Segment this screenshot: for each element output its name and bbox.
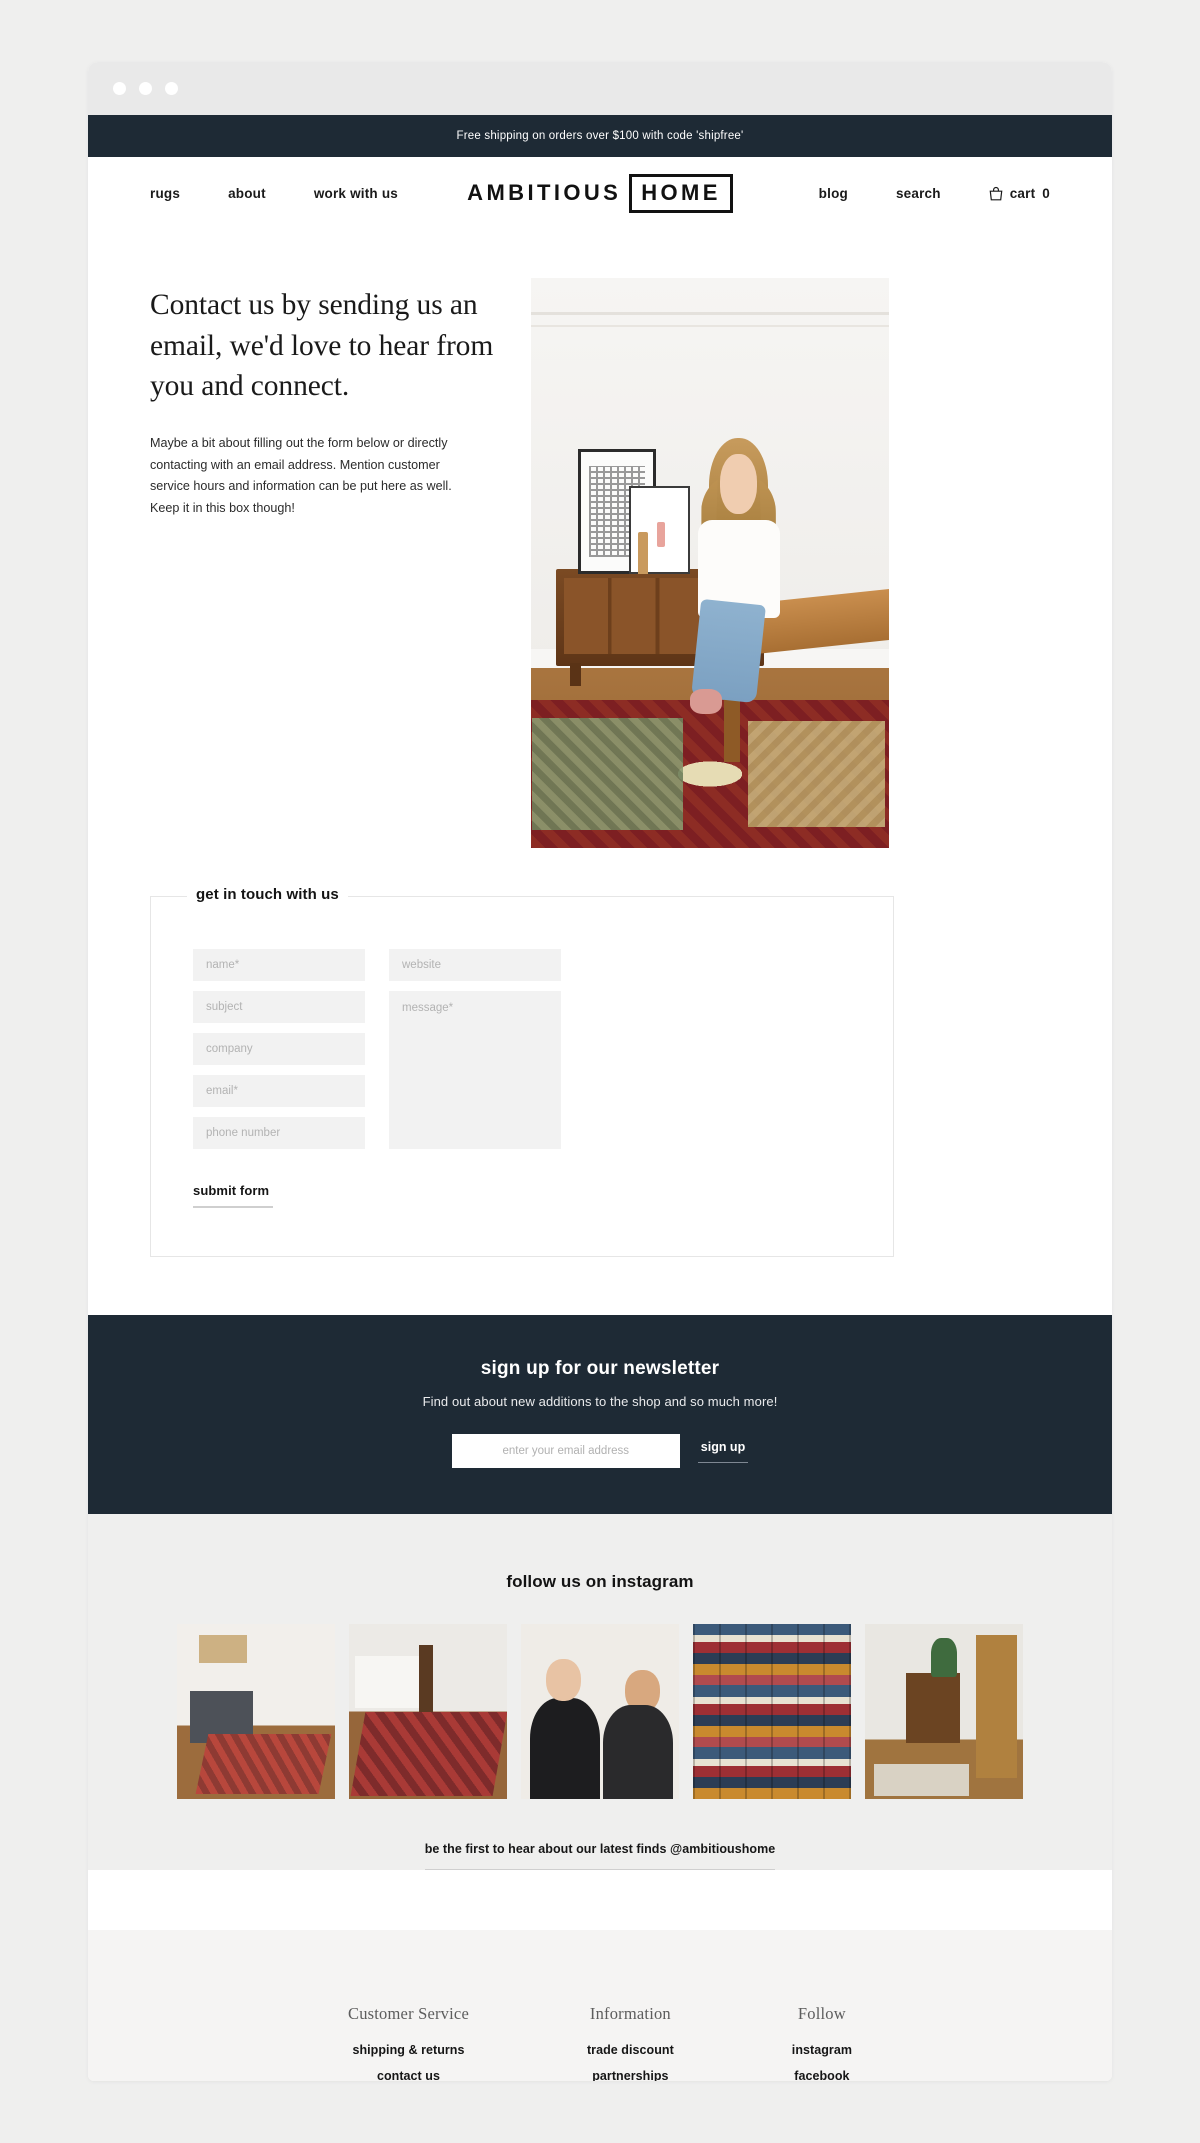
cart-count: 0 <box>1042 185 1050 201</box>
primary-nav-right: blog search cart 0 <box>733 186 1050 201</box>
footer-link-shipping-returns[interactable]: shipping & returns <box>348 2043 469 2057</box>
contact-form-right-column <box>389 949 561 1149</box>
footer-column-information: Information trade discount partnerships … <box>587 2004 674 2081</box>
nav-item-work-with-us[interactable]: work with us <box>314 186 398 201</box>
newsletter-subtitle: Find out about new additions to the shop… <box>422 1394 778 1409</box>
instagram-section: follow us on instagram be the first to h… <box>88 1514 1112 1870</box>
hero-section: Contact us by sending us an email, we'd … <box>88 229 1112 848</box>
hero-image-person-face <box>720 454 758 515</box>
contact-form-grid <box>193 949 851 1149</box>
footer-column-title: Information <box>589 2004 671 2023</box>
site-logo[interactable]: AMBITIOUS HOME <box>467 173 733 213</box>
nav-item-rugs[interactable]: rugs <box>150 186 180 201</box>
footer-link-contact-us[interactable]: contact us <box>348 2069 469 2081</box>
window-close-dot[interactable] <box>113 82 126 95</box>
footer-columns: Customer Service shipping & returns cont… <box>88 2004 1112 2081</box>
window-minimize-dot[interactable] <box>139 82 152 95</box>
instagram-title: follow us on instagram <box>506 1572 694 1591</box>
name-input[interactable] <box>193 949 365 981</box>
footer-link-instagram[interactable]: instagram <box>792 2043 852 2057</box>
hero-image-moulding <box>531 312 889 316</box>
website-input[interactable] <box>389 949 561 981</box>
instagram-post-3-detail-a <box>546 1659 582 1701</box>
instagram-tagline-row: be the first to hear about our latest fi… <box>88 1842 1112 1870</box>
browser-chrome <box>88 62 1112 115</box>
contact-form-box: get in touch with us submit <box>150 886 894 1257</box>
nav-item-about[interactable]: about <box>228 186 266 201</box>
cart-label: cart <box>1009 185 1036 201</box>
page-title: Contact us by sending us an email, we'd … <box>150 289 494 403</box>
submit-row: submit form <box>193 1182 851 1208</box>
instagram-post-5-detail-b <box>874 1764 970 1796</box>
hero-image-person <box>690 437 785 714</box>
footer-link-list: shipping & returns contact us privacy po… <box>348 2043 469 2081</box>
browser-window: Free shipping on orders over $100 with c… <box>88 62 1112 2081</box>
newsletter-title: sign up for our newsletter <box>480 1358 720 1379</box>
hero-image-credenza-leg-left <box>570 662 582 686</box>
hero-image-moulding-secondary <box>531 325 889 328</box>
newsletter-section: sign up for our newsletter Find out abou… <box>88 1315 1112 1514</box>
footer-link-list: instagram facebook pinterest <box>792 2043 852 2081</box>
window-maximize-dot[interactable] <box>165 82 178 95</box>
contact-form-legend: get in touch with us <box>187 886 348 903</box>
instagram-post-4[interactable] <box>693 1624 851 1799</box>
footer-link-list: trade discount partnerships help & faq <box>587 2043 674 2081</box>
logo-word-ambitious: AMBITIOUS <box>467 180 622 205</box>
message-input[interactable] <box>389 991 561 1149</box>
instagram-post-5[interactable] <box>865 1624 1023 1799</box>
company-input[interactable] <box>193 1033 365 1065</box>
hero-image <box>531 278 889 848</box>
hero-image-rug <box>531 699 889 848</box>
footer-column-title: Customer Service <box>348 2004 469 2023</box>
instagram-post-3[interactable] <box>521 1624 679 1799</box>
nav-item-blog[interactable]: blog <box>819 186 848 201</box>
email-input[interactable] <box>193 1075 365 1107</box>
instagram-tagline-link[interactable]: be the first to hear about our latest fi… <box>424 1842 776 1870</box>
hero-text-block: Contact us by sending us an email, we'd … <box>150 278 495 848</box>
instagram-post-3-detail-b <box>625 1669 661 1712</box>
site-footer: Customer Service shipping & returns cont… <box>88 1930 1112 2081</box>
hero-image-person-jeans <box>690 598 766 704</box>
submit-form-button[interactable]: submit form <box>193 1183 274 1208</box>
phone-number-input[interactable] <box>193 1117 365 1149</box>
instagram-post-1-detail <box>199 1634 247 1663</box>
newsletter-form: sign up <box>88 1434 1112 1468</box>
announcement-text: Free shipping on orders over $100 with c… <box>456 130 744 142</box>
instagram-grid <box>88 1624 1112 1799</box>
newsletter-email-input[interactable] <box>451 1434 680 1468</box>
subject-input[interactable] <box>193 991 365 1023</box>
footer-link-trade-discount[interactable]: trade discount <box>587 2043 674 2057</box>
instagram-post-2[interactable] <box>349 1624 507 1799</box>
shopping-bag-icon <box>989 186 1003 200</box>
primary-nav-left: rugs about work with us <box>150 186 467 201</box>
hero-paragraph: Maybe a bit about filling out the form b… <box>150 436 452 516</box>
contact-form-section: get in touch with us submit <box>88 886 1112 1257</box>
hero-image-person-shoe <box>690 689 722 714</box>
hero-image-wooden-object <box>638 531 648 575</box>
nav-item-search[interactable]: search <box>896 186 941 201</box>
footer-column-title: Follow <box>797 2004 846 2023</box>
instagram-post-5-detail-a <box>931 1638 957 1677</box>
footer-link-partnerships[interactable]: partnerships <box>587 2069 674 2081</box>
announcement-bar: Free shipping on orders over $100 with c… <box>88 115 1112 157</box>
newsletter-signup-button[interactable]: sign up <box>697 1440 749 1463</box>
contact-form-left-column <box>193 949 365 1149</box>
site-header: rugs about work with us AMBITIOUS HOME b… <box>88 157 1112 229</box>
cart-link[interactable]: cart 0 <box>989 186 1050 201</box>
footer-link-facebook[interactable]: facebook <box>792 2069 852 2081</box>
logo-word-home: HOME <box>629 173 733 213</box>
footer-column-follow: Follow instagram facebook pinterest <box>792 2004 852 2081</box>
page-main: Contact us by sending us an email, we'd … <box>88 229 1112 1315</box>
instagram-post-2-detail <box>418 1645 433 1715</box>
footer-column-customer-service: Customer Service shipping & returns cont… <box>348 2004 469 2081</box>
instagram-post-1[interactable] <box>177 1624 335 1799</box>
